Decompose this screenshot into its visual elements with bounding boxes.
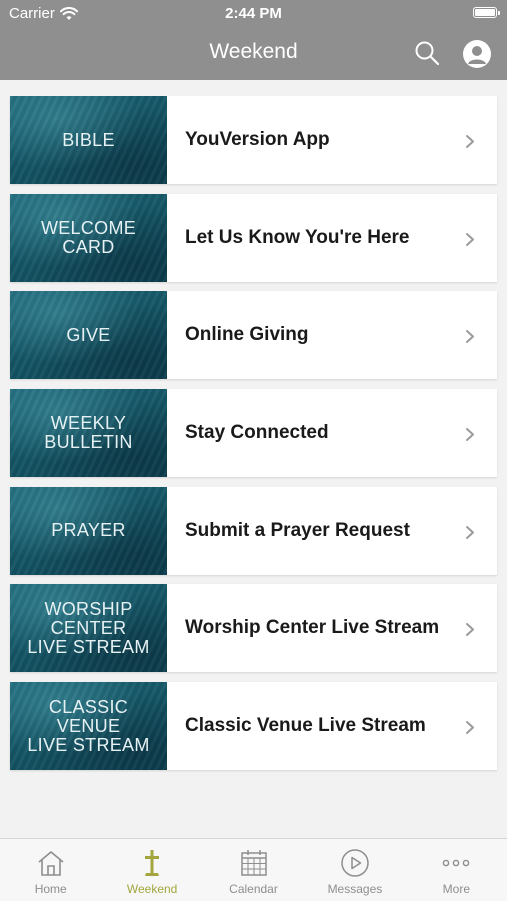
item-label: Submit a Prayer Request xyxy=(185,519,410,541)
thumbnail-caption: PRAYER xyxy=(51,520,126,541)
profile-icon[interactable] xyxy=(462,39,492,69)
tab-label: Home xyxy=(34,882,67,896)
chevron-right-icon xyxy=(466,525,474,539)
list-item-classic-venue-live-stream[interactable]: CLASSIC VENUE LIVE STREAM Classic Venue … xyxy=(10,682,497,771)
thumbnail-caption: WELCOME CARD xyxy=(40,217,137,257)
item-thumbnail: WELCOME CARD xyxy=(10,193,167,282)
list-item-bible[interactable]: BIBLE YouVersion App xyxy=(10,96,497,184)
chevron-right-icon xyxy=(466,232,474,246)
tab-label: Weekend xyxy=(126,882,178,896)
calendar-icon xyxy=(240,850,267,876)
item-label: YouVersion App xyxy=(185,129,330,150)
item-thumbnail: WEEKLY BULLETIN xyxy=(10,389,167,478)
home-icon xyxy=(38,851,64,876)
list-item-worship-center-live-stream[interactable]: WORSHIP CENTER LIVE STREAM Worship Cente… xyxy=(10,584,497,673)
tab-label: Calendar xyxy=(229,882,278,896)
list-item-welcome-card[interactable]: WELCOME CARD Let Us Know You're Here xyxy=(10,193,497,282)
tab-more[interactable]: More xyxy=(406,839,507,901)
item-label: Classic Venue Live Stream xyxy=(185,715,426,737)
thumbnail-caption: GIVE xyxy=(66,324,111,345)
chevron-right-icon xyxy=(466,330,474,344)
thumbnail-caption: BIBLE xyxy=(62,129,115,150)
nav-header: Carrier 2:44 PM Weekend xyxy=(0,0,507,80)
item-thumbnail: WORSHIP CENTER LIVE STREAM xyxy=(10,584,167,673)
play-icon xyxy=(341,849,369,877)
tab-home[interactable]: Home xyxy=(0,839,101,901)
item-label: Online Giving xyxy=(185,324,309,346)
tab-calendar[interactable]: Calendar xyxy=(203,839,304,901)
item-label: Let Us Know You're Here xyxy=(185,226,410,248)
status-bar: Carrier 2:44 PM xyxy=(0,0,507,28)
item-thumbnail: GIVE xyxy=(10,291,167,380)
search-icon[interactable] xyxy=(414,40,440,66)
item-label: Stay Connected xyxy=(185,422,329,444)
tab-messages[interactable]: Messages xyxy=(304,839,405,901)
more-icon xyxy=(443,859,470,867)
tab-weekend[interactable]: Weekend xyxy=(101,839,202,901)
chevron-right-icon xyxy=(466,623,474,637)
chevron-right-icon xyxy=(466,721,474,735)
tab-label: Messages xyxy=(327,882,383,896)
chevron-right-icon xyxy=(466,428,474,442)
thumbnail-caption: CLASSIC VENUE LIVE STREAM xyxy=(27,696,150,755)
thumbnail-caption: WEEKLY BULLETIN xyxy=(44,413,133,453)
tab-label: More xyxy=(442,882,470,896)
weekend-list: BIBLE YouVersion App WELCOME CARD Let Us… xyxy=(10,96,497,780)
tab-bar: Home Weekend Calendar Messages More xyxy=(0,838,507,901)
chevron-right-icon xyxy=(466,135,474,148)
item-thumbnail: CLASSIC VENUE LIVE STREAM xyxy=(10,682,167,771)
thumbnail-caption: WORSHIP CENTER LIVE STREAM xyxy=(27,598,150,657)
list-item-weekly-bulletin[interactable]: WEEKLY BULLETIN Stay Connected xyxy=(10,389,497,478)
battery-icon xyxy=(473,7,500,18)
item-thumbnail: PRAYER xyxy=(10,486,167,575)
list-item-give[interactable]: GIVE Online Giving xyxy=(10,291,497,380)
cross-icon xyxy=(145,850,160,876)
item-label: Worship Center Live Stream xyxy=(185,617,440,639)
item-thumbnail: BIBLE xyxy=(10,96,167,184)
list-item-prayer[interactable]: PRAYER Submit a Prayer Request xyxy=(10,486,497,575)
status-time: 2:44 PM xyxy=(225,5,282,22)
